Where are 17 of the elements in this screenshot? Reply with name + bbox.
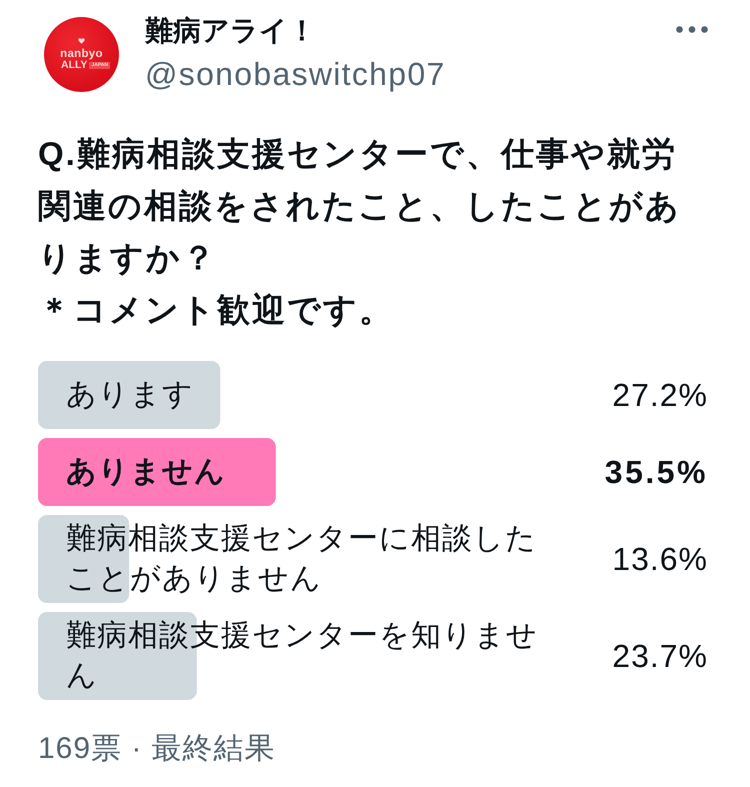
- poll-percentage: 35.5%: [604, 453, 708, 492]
- more-options-icon[interactable]: [676, 26, 708, 33]
- logo-text: nanbyo: [60, 49, 103, 60]
- poll-percentage: 23.7%: [612, 637, 708, 676]
- poll-option-label: ありません: [66, 454, 227, 490]
- poll-percentage: 13.6%: [612, 540, 708, 579]
- author-handle[interactable]: @sonobaswitchp07: [145, 56, 446, 92]
- poll-option-label: 難病相談支援センターを知りません: [66, 618, 539, 694]
- post-text: Q.難病相談支援センターで、仕事や就労関連の相談をされたこと、したことがありますか？: [38, 134, 682, 278]
- poll-option-label: あります: [66, 377, 195, 413]
- heart-icon: [78, 38, 85, 44]
- post-text: ＊コメント歓迎です。: [38, 290, 395, 330]
- poll-summary: 169票 · 最終結果: [38, 731, 277, 767]
- logo-text: ALLY: [60, 60, 88, 71]
- poll-option-label: 難病相談支援センターに相談したことがありません: [66, 521, 538, 597]
- poll-percentage: 27.2%: [612, 376, 708, 415]
- author-name[interactable]: 難病アライ！: [145, 14, 446, 48]
